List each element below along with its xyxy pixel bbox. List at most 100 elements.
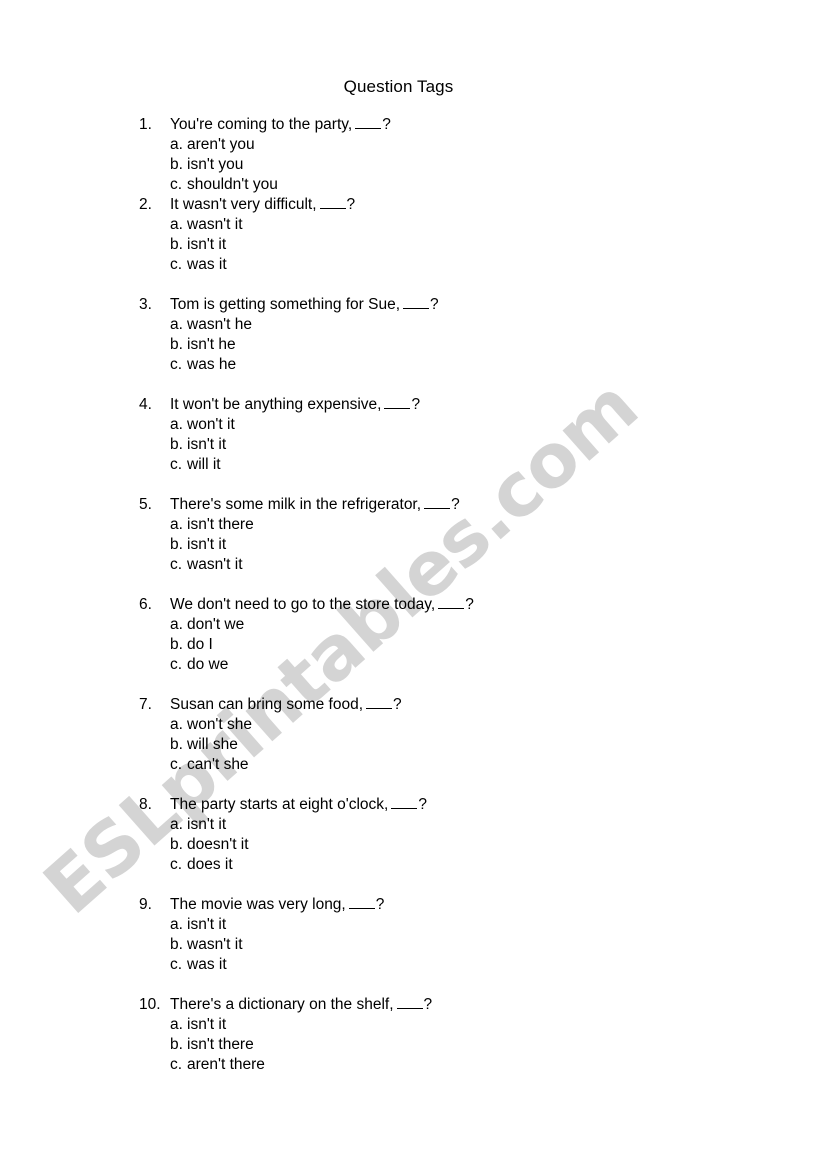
option-item[interactable]: c. can't she <box>170 755 739 775</box>
option-item[interactable]: a. wasn't he <box>170 315 739 335</box>
option-item[interactable]: b. do I <box>170 635 739 655</box>
question-block: 2. It wasn't very difficult, ? a. wasn't it… <box>139 195 739 275</box>
answer-blank[interactable] <box>319 197 346 209</box>
option-item[interactable]: b. will she <box>170 735 739 755</box>
question-line: 8. The party starts at eight o'clock, ? <box>139 795 739 815</box>
option-item[interactable]: a. isn't it <box>170 1015 739 1035</box>
option-list: a. don't we b. do Ic. do we <box>139 615 739 675</box>
question-text: It wasn't very difficult, <box>170 196 317 213</box>
option-item[interactable]: b. isn't it <box>170 235 739 255</box>
option-item[interactable]: a. wasn't it <box>170 215 739 235</box>
question-number: 4. <box>139 396 152 413</box>
option-item[interactable]: c. wasn't it <box>170 555 739 575</box>
option-item[interactable]: a. won't she <box>170 715 739 735</box>
question-line: 5. There's some milk in the refrigerator,… <box>139 495 739 515</box>
question-number: 9. <box>139 896 152 913</box>
option-letter: b. <box>170 336 183 353</box>
option-text: isn't it <box>187 916 227 933</box>
option-item[interactable]: c. was he <box>170 355 739 375</box>
option-text: isn't it <box>187 436 227 453</box>
option-list: a. won't it b. isn't it c. will it <box>139 415 739 475</box>
option-letter: c. <box>170 176 183 193</box>
question-number: 1. <box>139 116 152 133</box>
option-text: isn't there <box>187 1036 254 1053</box>
option-text: was it <box>187 956 227 973</box>
option-item[interactable]: c. aren't there <box>170 1055 739 1075</box>
option-item[interactable]: a. isn't it <box>170 915 739 935</box>
option-item[interactable]: b. isn't you <box>170 155 739 175</box>
option-list: a. isn't it b. isn't there c. aren't there <box>139 1015 739 1075</box>
option-letter: b. <box>170 236 183 253</box>
option-text: isn't it <box>187 536 227 553</box>
option-item[interactable]: b. isn't it <box>170 535 739 555</box>
option-text: will it <box>187 456 221 473</box>
question-mark: ? <box>346 196 356 213</box>
option-list: a. wasn't he b. isn't he c. was he <box>139 315 739 375</box>
option-text: isn't you <box>187 156 244 173</box>
option-item[interactable]: c. does it <box>170 855 739 875</box>
option-text: does it <box>187 856 233 873</box>
option-letter: a. <box>170 316 183 333</box>
option-item[interactable]: c. was it <box>170 955 739 975</box>
option-list: a. wasn't it b. isn't it c. was it <box>139 215 739 275</box>
question-line: 9. The movie was very long, ? <box>139 895 739 915</box>
option-item[interactable]: a. don't we <box>170 615 739 635</box>
question-mark: ? <box>465 596 474 613</box>
option-item[interactable]: a. aren't you <box>170 135 739 155</box>
option-text: isn't it <box>187 1016 227 1033</box>
option-letter: b. <box>170 436 183 453</box>
page-title: Question Tags <box>343 77 454 96</box>
option-item[interactable]: a. won't it <box>170 415 739 435</box>
answer-blank[interactable] <box>348 897 375 909</box>
option-item[interactable]: b. doesn't it <box>170 835 739 855</box>
option-letter: b. <box>170 1036 183 1053</box>
answer-blank[interactable] <box>438 597 465 609</box>
option-letter: c. <box>170 856 183 873</box>
option-item[interactable]: b. isn't it <box>170 435 739 455</box>
option-letter: b. <box>170 736 183 753</box>
answer-blank[interactable] <box>396 997 423 1009</box>
option-item[interactable]: c. will it <box>170 455 739 475</box>
answer-blank[interactable] <box>355 117 382 129</box>
option-item[interactable]: b. isn't he <box>170 335 739 355</box>
option-item[interactable]: c. shouldn't you <box>170 175 739 195</box>
question-line: 10. There's a dictionary on the shelf, ? <box>139 995 739 1015</box>
question-number: 8. <box>139 796 152 813</box>
question-number: 5. <box>139 496 152 513</box>
option-item[interactable]: c. do we <box>170 655 739 675</box>
option-letter: c. <box>170 1056 183 1073</box>
option-list: a. won't she b. will she c. can't she <box>139 715 739 775</box>
option-text: isn't it <box>187 816 227 833</box>
option-item[interactable]: a. isn't it <box>170 815 739 835</box>
question-number: 3. <box>139 296 152 313</box>
option-letter: c. <box>170 356 183 373</box>
option-text: aren't there <box>187 1056 265 1073</box>
option-letter: c. <box>170 656 183 673</box>
worksheet-page: Question Tags 1. You're coming to the par… <box>0 0 821 1169</box>
option-item[interactable]: c. was it <box>170 255 739 275</box>
question-line: 6. We don't need to go to the store today… <box>139 595 739 615</box>
question-line: 3. Tom is getting something for Sue, ? <box>139 295 739 315</box>
option-letter: a. <box>170 516 183 533</box>
answer-blank[interactable] <box>391 797 418 809</box>
option-item[interactable]: b. isn't there <box>170 1035 739 1055</box>
option-item[interactable]: a. isn't there <box>170 515 739 535</box>
question-block: 9. The movie was very long, ? a. isn't it b.… <box>139 895 739 975</box>
option-list: a. isn't there b. isn't it c. wasn't it <box>139 515 739 575</box>
question-block: 8. The party starts at eight o'clock, ? a.… <box>139 795 739 875</box>
option-item[interactable]: b. wasn't it <box>170 935 739 955</box>
answer-blank[interactable] <box>403 297 430 309</box>
question-line: 7. Susan can bring some food, ? <box>139 695 739 715</box>
question-list: 1. You're coming to the party, ? a. aren't … <box>139 115 739 1075</box>
question-mark: ? <box>423 996 433 1013</box>
option-text: can't she <box>187 756 249 773</box>
option-text: was he <box>187 356 237 373</box>
answer-blank[interactable] <box>366 697 393 709</box>
answer-blank[interactable] <box>424 497 451 509</box>
answer-blank[interactable] <box>384 397 411 409</box>
option-text: won't it <box>187 416 235 433</box>
question-text: We don't need to go to the store today, <box>170 596 436 613</box>
question-text: The movie was very long, <box>170 896 346 913</box>
option-letter: c. <box>170 756 183 773</box>
question-number: 6. <box>139 596 152 613</box>
